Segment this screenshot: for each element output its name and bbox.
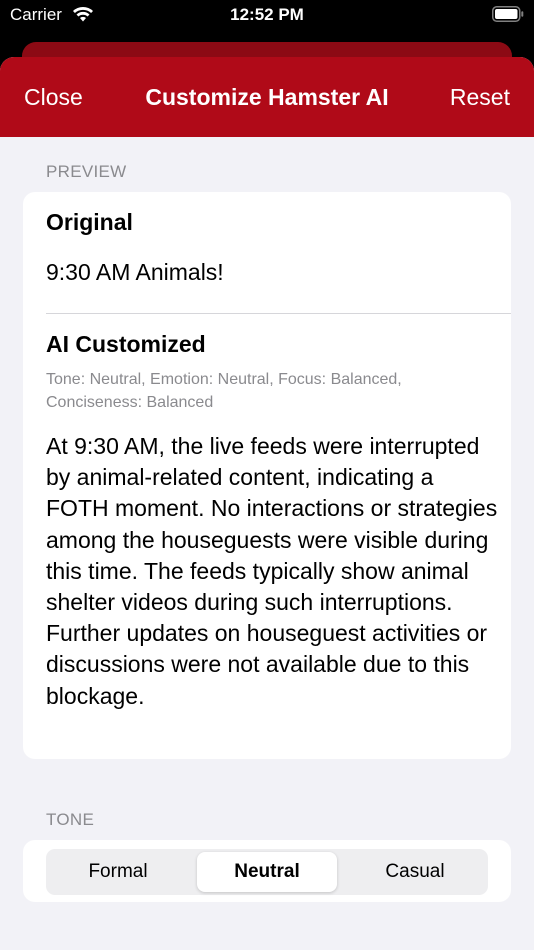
ai-settings-summary: Tone: Neutral, Emotion: Neutral, Focus: … bbox=[46, 371, 402, 411]
tone-option-casual[interactable]: Casual bbox=[345, 852, 485, 892]
ai-customized-text: At 9:30 AM, the live feeds were interrup… bbox=[46, 433, 498, 709]
preview-card: Original 9:30 AM Animals! AI Customized … bbox=[23, 192, 511, 759]
navigation-bar: Close Customize Hamster AI Reset bbox=[0, 57, 534, 137]
divider bbox=[46, 313, 511, 314]
tone-card: Formal Neutral Casual bbox=[23, 840, 511, 902]
tone-option-neutral[interactable]: Neutral bbox=[197, 852, 337, 892]
original-title: Original bbox=[46, 209, 133, 235]
tone-section-header: TONE bbox=[46, 810, 95, 829]
status-bar: Carrier 12:52 PM bbox=[0, 0, 534, 44]
tone-segmented-control: Formal Neutral Casual bbox=[46, 849, 488, 895]
customize-sheet: Close Customize Hamster AI Reset PREVIEW… bbox=[0, 57, 534, 950]
battery-icon bbox=[492, 6, 524, 22]
reset-button[interactable]: Reset bbox=[450, 84, 510, 111]
status-time: 12:52 PM bbox=[230, 5, 304, 24]
ai-customized-title: AI Customized bbox=[46, 331, 206, 357]
tone-option-formal[interactable]: Formal bbox=[48, 852, 188, 892]
preview-section-header: PREVIEW bbox=[46, 162, 127, 181]
original-text: 9:30 AM Animals! bbox=[46, 259, 224, 285]
